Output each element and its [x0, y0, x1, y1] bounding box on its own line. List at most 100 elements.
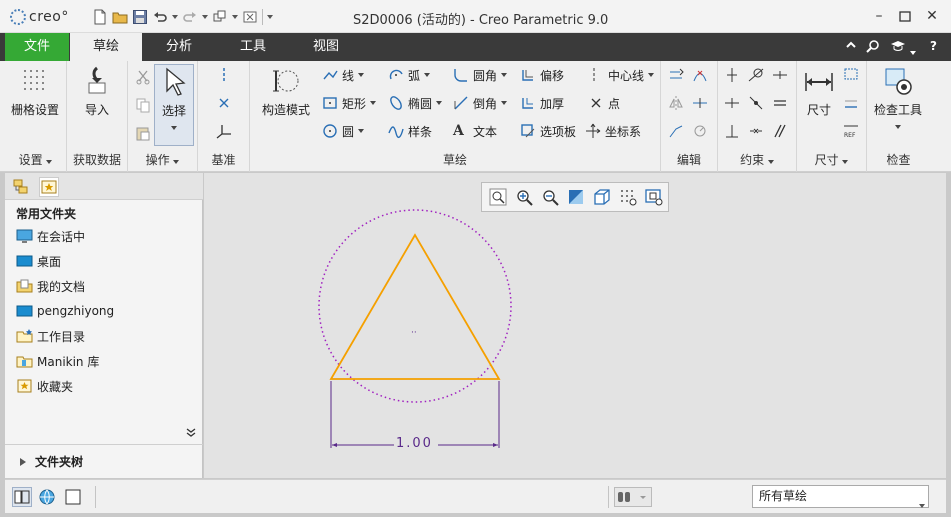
ellipse-button[interactable]: 椭圆	[388, 93, 443, 113]
save-icon[interactable]	[132, 9, 148, 25]
paste-icon[interactable]	[135, 125, 151, 141]
corner-icon[interactable]	[668, 123, 684, 139]
centerline-button[interactable]: 中心线	[588, 65, 655, 85]
equal-constraint-icon[interactable]	[772, 95, 788, 111]
favorites-tab-icon[interactable]	[39, 177, 59, 197]
group-operations-name[interactable]: 操作	[128, 151, 197, 168]
nav-item-user-folder[interactable]: pengzhiyong	[16, 301, 114, 321]
zoom-out-icon[interactable]	[540, 187, 560, 207]
cut-icon[interactable]	[135, 69, 151, 85]
new-file-icon[interactable]	[92, 9, 108, 25]
graphics-canvas[interactable]: ·· 1.00	[204, 173, 946, 478]
zoom-in-icon[interactable]	[514, 187, 534, 207]
folder-tree-toggle[interactable]: 文件夹树	[5, 444, 203, 478]
help-icon[interactable]: ?	[930, 39, 937, 53]
perpendicular-constraint-icon[interactable]	[724, 123, 740, 139]
nav-item-desktop[interactable]: 桌面	[16, 251, 61, 271]
datum-coord-sys-icon[interactable]	[216, 123, 232, 139]
copy-icon[interactable]	[135, 97, 151, 113]
search-icon[interactable]	[866, 39, 880, 56]
reference-dimension-icon[interactable]: REF	[843, 123, 859, 139]
inspect-tools-button[interactable]: 检查工具	[867, 65, 929, 132]
tab-sketch[interactable]: 草绘	[70, 33, 142, 61]
delete-segment-icon[interactable]	[692, 67, 708, 83]
open-folder-icon[interactable]	[112, 9, 128, 25]
nav-item-in-session[interactable]: 在会话中	[16, 226, 85, 246]
nav-item-working-directory[interactable]: 工作目录	[16, 326, 85, 346]
tab-view[interactable]: 视图	[295, 33, 357, 61]
datum-point-icon[interactable]	[216, 95, 232, 111]
rectangle-button[interactable]: 矩形	[322, 93, 377, 113]
mirror-icon[interactable]	[668, 95, 684, 111]
offset-button[interactable]: 偏移	[520, 65, 564, 85]
group-dimension-name[interactable]: 尺寸	[797, 151, 866, 168]
group-constrain-name[interactable]: 约束	[718, 151, 796, 168]
point-button[interactable]: 点	[588, 93, 620, 113]
undo-icon[interactable]	[152, 9, 168, 25]
text-button[interactable]: A 文本	[453, 121, 497, 141]
parallel-constraint-icon[interactable]	[772, 123, 788, 139]
horizontal-constraint-icon[interactable]	[724, 95, 740, 111]
select-button[interactable]: 选择	[154, 64, 194, 146]
coord-sys-button[interactable]: 坐标系	[585, 121, 641, 141]
palette-button[interactable]: 选项板	[520, 121, 576, 141]
tangent-constraint-icon[interactable]	[748, 67, 764, 83]
browser-icon[interactable]	[37, 487, 57, 507]
collapse-list-icon[interactable]	[186, 428, 196, 441]
fillet-button[interactable]: 圆角	[453, 65, 508, 85]
windows-dropdown-icon[interactable]	[232, 15, 238, 19]
model-tree-tab-icon[interactable]	[11, 177, 31, 197]
midpoint-constraint-icon[interactable]	[772, 67, 788, 83]
redo-icon[interactable]	[182, 9, 198, 25]
arc-label: 弧	[408, 68, 421, 83]
line-button[interactable]: 线	[322, 65, 365, 85]
repaint-icon[interactable]	[566, 187, 586, 207]
symmetric-constraint-icon[interactable]	[748, 123, 764, 139]
import-button[interactable]: 导入	[67, 65, 127, 118]
vertical-constraint-icon[interactable]	[724, 67, 740, 83]
undo-dropdown-icon[interactable]	[172, 15, 178, 19]
sketch-view-icon[interactable]	[644, 187, 664, 207]
cap-dropdown-icon[interactable]	[910, 44, 916, 58]
dimension-button[interactable]: 尺寸	[799, 65, 839, 118]
coincident-constraint-icon[interactable]	[748, 95, 764, 111]
modify-icon[interactable]	[668, 67, 684, 83]
nav-item-my-documents[interactable]: 我的文档	[16, 276, 85, 296]
divide-icon[interactable]	[692, 95, 708, 111]
arc-button[interactable]: 弧	[388, 65, 431, 85]
baseline-icon[interactable]	[843, 95, 859, 111]
full-screen-icon[interactable]	[63, 487, 83, 507]
thicken-button[interactable]: 加厚	[520, 93, 564, 113]
customize-toolbar-icon[interactable]	[267, 15, 273, 19]
collapse-ribbon-icon[interactable]	[845, 39, 857, 54]
refit-icon[interactable]	[488, 187, 508, 207]
nav-item-manikin-library[interactable]: Manikin 库	[16, 351, 99, 371]
group-settings-name[interactable]: 设置	[5, 151, 66, 168]
tab-file[interactable]: 文件	[5, 33, 69, 61]
datum-centerline-icon[interactable]	[216, 67, 232, 83]
redo-dropdown-icon[interactable]	[202, 15, 208, 19]
find-button[interactable]	[614, 487, 652, 507]
construction-mode-button[interactable]: 构造模式	[254, 65, 318, 118]
rotate-resize-icon[interactable]	[692, 123, 708, 139]
show-navigator-icon[interactable]	[12, 487, 32, 507]
close-window-icon[interactable]	[242, 9, 258, 25]
maximize-button[interactable]	[895, 7, 915, 25]
graduation-cap-icon[interactable]	[890, 39, 906, 56]
tab-tools[interactable]: 工具	[222, 33, 284, 61]
display-style-icon[interactable]	[592, 187, 612, 207]
perimeter-icon[interactable]	[843, 67, 859, 83]
regenerate-icon[interactable]	[212, 9, 228, 25]
group-edit-name: 编辑	[676, 153, 701, 167]
selection-filter-select[interactable]: 所有草绘	[752, 485, 929, 508]
minimize-button[interactable]: –	[869, 7, 889, 25]
sketch-display-filters-icon[interactable]	[618, 187, 638, 207]
circle-button[interactable]: 圆	[322, 121, 365, 141]
grid-settings-button[interactable]: 栅格设置	[5, 65, 65, 118]
spline-button[interactable]: 样条	[388, 121, 432, 141]
chamfer-button[interactable]: 倒角	[453, 93, 508, 113]
close-button[interactable]: ✕	[922, 7, 942, 25]
tab-analysis[interactable]: 分析	[148, 33, 210, 61]
dimension-value[interactable]: 1.00	[396, 436, 433, 451]
nav-item-favorites[interactable]: 收藏夹	[16, 376, 73, 396]
